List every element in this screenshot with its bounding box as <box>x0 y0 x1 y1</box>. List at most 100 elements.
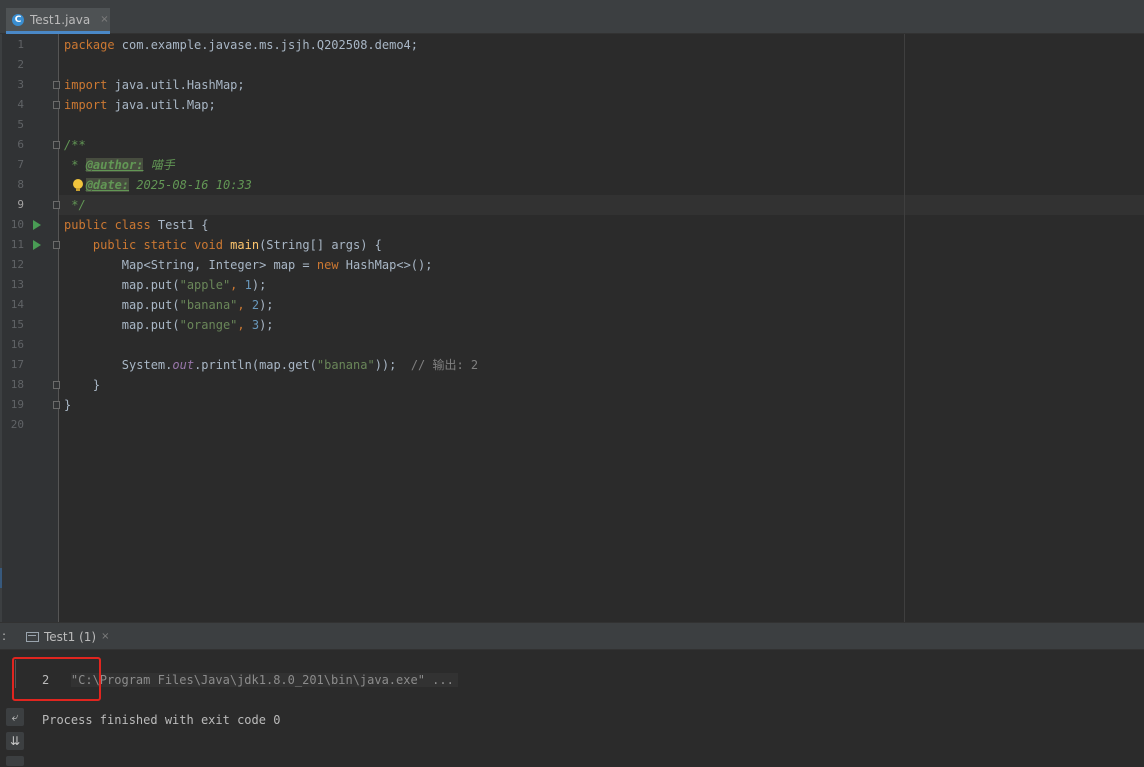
fold-marker-icon[interactable] <box>53 381 60 389</box>
code-line[interactable]: } <box>64 375 100 395</box>
code-token: com.example.javase.ms.jsjh.Q202508.demo4… <box>121 38 419 52</box>
code-token: import <box>64 78 115 92</box>
code-token: map.put( <box>64 318 180 332</box>
code-token: 2025-08-16 10:33 <box>129 178 252 192</box>
code-token: 1 <box>244 278 252 292</box>
code-line[interactable]: } <box>64 395 71 415</box>
code-token: */ <box>64 198 86 212</box>
code-token: java.util.Map; <box>114 98 216 112</box>
run-tool-window: : Test1 (1) × ⤶ ⇊ "C:\Program Files\Java… <box>0 622 1144 767</box>
line-number: 4 <box>17 98 24 111</box>
code-token: ); <box>259 318 274 332</box>
code-token: , <box>237 298 252 312</box>
line-number: 6 <box>17 138 24 151</box>
code-token: // 输出: 2 <box>410 358 479 372</box>
fold-marker-icon[interactable] <box>53 401 60 409</box>
code-token: .println(map.get( <box>194 358 317 372</box>
editor-tab-bar: C Test1.java × <box>0 0 1144 34</box>
code-line[interactable]: /** <box>64 135 86 155</box>
line-number: 14 <box>10 298 24 311</box>
code-token: * <box>64 158 86 172</box>
code-line[interactable]: package com.example.javase.ms.jsjh.Q2025… <box>64 35 418 55</box>
fold-marker-icon[interactable] <box>53 201 60 209</box>
fold-marker-icon[interactable] <box>53 141 60 149</box>
code-token: (String[] args) { <box>259 238 382 252</box>
code-token: HashMap<>(); <box>345 258 433 272</box>
run-tab-label: Test1 (1) <box>44 629 97 644</box>
line-number: 17 <box>10 358 24 371</box>
code-line[interactable]: import java.util.Map; <box>64 95 216 115</box>
tab-label: Test1.java <box>30 12 91 27</box>
line-number: 5 <box>17 118 24 131</box>
current-line-highlight <box>59 195 1144 215</box>
code-token: 2 <box>251 298 260 312</box>
fold-marker-icon[interactable] <box>53 81 60 89</box>
run-gutter-icon[interactable] <box>33 240 41 250</box>
gutter-separator <box>58 34 59 622</box>
line-number: 8 <box>17 178 24 191</box>
run-tab-test1[interactable]: Test1 (1) × <box>22 623 118 650</box>
run-gutter-icon[interactable] <box>33 220 41 230</box>
code-token: System. <box>64 358 173 372</box>
code-line[interactable]: System.out.println(map.get("banana")); /… <box>64 355 478 375</box>
code-token: "orange" <box>179 318 238 332</box>
line-number: 10 <box>10 218 24 231</box>
code-editor[interactable]: 1 package com.example.javase.ms.jsjh.Q202… <box>0 34 1144 622</box>
code-token: main <box>230 238 260 252</box>
fold-marker-icon[interactable] <box>53 101 60 109</box>
code-token: "apple" <box>179 278 231 292</box>
line-number: 16 <box>10 338 24 351</box>
line-number: 12 <box>10 258 24 271</box>
tab-test1-java[interactable]: C Test1.java × <box>6 8 110 34</box>
code-line[interactable]: @date: 2025-08-16 10:33 <box>64 175 252 195</box>
line-number: 3 <box>17 78 24 91</box>
line-number: 11 <box>10 238 24 251</box>
console-icon <box>26 631 39 642</box>
code-line[interactable]: Map<String, Integer> map = new HashMap<>… <box>64 255 433 275</box>
code-token: java.util.HashMap; <box>114 78 245 92</box>
line-number: 7 <box>17 158 24 171</box>
java-class-icon: C <box>12 13 24 26</box>
right-margin-guide <box>904 34 905 622</box>
code-line[interactable]: * @author: 喵手 <box>64 155 175 175</box>
run-header: : Test1 (1) × <box>0 622 1144 650</box>
code-token: 喵手 <box>143 158 175 172</box>
code-line[interactable]: map.put("orange", 3); <box>64 315 274 335</box>
code-line[interactable]: public static void main(String[] args) { <box>64 235 382 255</box>
code-token: "banana" <box>179 298 238 312</box>
code-token: /** <box>64 138 86 152</box>
code-line[interactable]: */ <box>64 195 86 215</box>
code-token: 3 <box>251 318 260 332</box>
output-highlight-box <box>12 657 101 701</box>
scroll-to-end-icon[interactable]: ⇊ <box>6 732 24 750</box>
line-number: 20 <box>10 418 24 431</box>
code-token: @date: <box>85 178 130 192</box>
soft-wrap-icon[interactable]: ⤶ <box>6 708 24 726</box>
line-number: 1 <box>17 38 24 51</box>
code-token: map.put( <box>64 278 180 292</box>
console-command-line: "C:\Program Files\Java\jdk1.8.0_201\bin\… <box>42 650 458 687</box>
code-token: Map<String, Integer> map = <box>64 258 317 272</box>
code-token: out <box>172 358 195 372</box>
console-exit-line: Process finished with exit code 0 <box>42 713 281 727</box>
line-number: 13 <box>10 278 24 291</box>
fold-marker-icon[interactable] <box>53 241 60 249</box>
code-token: import <box>64 98 115 112</box>
code-token: package <box>64 38 122 52</box>
code-token: , <box>237 318 252 332</box>
code-token: , <box>230 278 245 292</box>
code-token: new <box>316 258 346 272</box>
code-token: map.put( <box>64 298 180 312</box>
line-number: 15 <box>10 318 24 331</box>
code-token: "banana" <box>316 358 375 372</box>
code-line[interactable]: map.put("apple", 1); <box>64 275 267 295</box>
tab-close-icon[interactable]: × <box>100 14 108 25</box>
print-icon[interactable] <box>6 756 24 766</box>
line-number: 2 <box>17 58 24 71</box>
code-token: ); <box>259 298 274 312</box>
run-tab-close-icon[interactable]: × <box>101 631 109 642</box>
code-line[interactable]: public class Test1 { <box>64 215 209 235</box>
code-line[interactable]: import java.util.HashMap; <box>64 75 245 95</box>
code-line[interactable]: map.put("banana", 2); <box>64 295 274 315</box>
